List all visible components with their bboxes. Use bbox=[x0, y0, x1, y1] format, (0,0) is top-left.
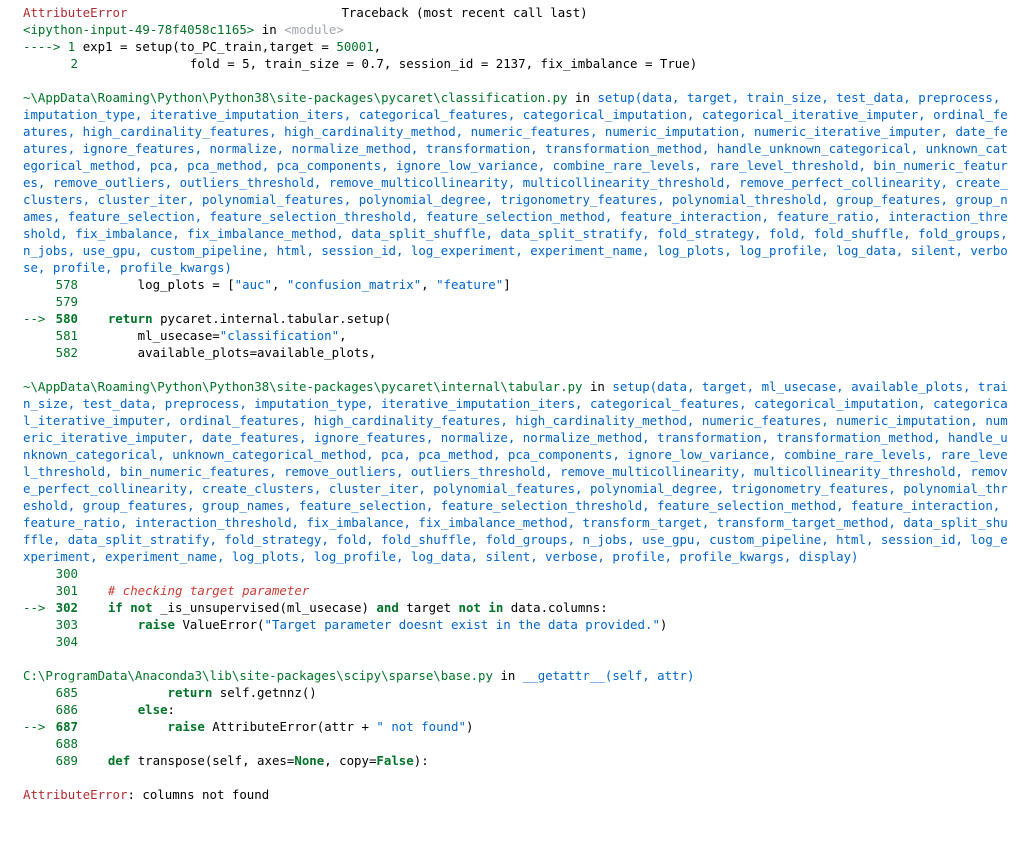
code-line-current: --> 580 return pycaret.internal.tabular.s… bbox=[23, 311, 392, 326]
frame-location: <ipython-input-49-78f4058c1165> in <modu… bbox=[23, 22, 344, 37]
traceback-label: Traceback (most recent call last) bbox=[341, 5, 588, 20]
current-line-arrow: --> bbox=[23, 600, 46, 615]
code-line: 2 fold = 5, train_size = 0.7, session_id… bbox=[70, 56, 698, 71]
error-type: AttributeError bbox=[23, 787, 128, 802]
code-line: 688 bbox=[55, 736, 78, 751]
code-line-current: --> 687 raise AttributeError(attr + " not… bbox=[23, 719, 474, 734]
current-line-arrow: ----> bbox=[23, 39, 61, 54]
frame-location: C:\ProgramData\Anaconda3\lib\site-packag… bbox=[23, 668, 695, 683]
frame-file: <ipython-input-49-78f4058c1165> bbox=[23, 22, 255, 37]
error-message: : columns not found bbox=[127, 787, 270, 802]
current-line-arrow: --> bbox=[23, 719, 46, 734]
code-line: 300 bbox=[55, 566, 78, 581]
frame-signature: (self, attr) bbox=[604, 668, 695, 683]
code-line: 301 # checking target parameter bbox=[55, 583, 310, 598]
code-line: 304 bbox=[55, 634, 78, 649]
code-line: 303 raise ValueError("Target parameter d… bbox=[55, 617, 668, 632]
frame-file: ~\AppData\Roaming\Python\Python38\site-p… bbox=[23, 90, 568, 105]
code-line-current: ----> 1 exp1 = setup(to_PC_train,target … bbox=[23, 39, 382, 54]
frame-signature: (data, target, ml_usecase, available_plo… bbox=[23, 379, 1008, 564]
frame-location: ~\AppData\Roaming\Python\Python38\site-p… bbox=[23, 90, 1008, 275]
code-line: 686 else: bbox=[55, 702, 175, 717]
current-line-arrow: --> bbox=[23, 311, 46, 326]
traceback-header: AttributeError Traceback (most recent cal… bbox=[23, 4, 1013, 21]
frame-function: setup bbox=[597, 90, 635, 105]
frame-scope: <module> bbox=[284, 22, 344, 37]
code-line: 581 ml_usecase="classification", bbox=[55, 328, 347, 343]
error-type: AttributeError bbox=[23, 5, 128, 20]
code-line: 578 log_plots = ["auc", "confusion_matri… bbox=[55, 277, 511, 292]
frame-file: ~\AppData\Roaming\Python\Python38\site-p… bbox=[23, 379, 583, 394]
code-comment: # checking target parameter bbox=[107, 583, 310, 598]
frame-function: __getattr__ bbox=[522, 668, 605, 683]
frame-signature: (data, target, train_size, test_data, pr… bbox=[23, 90, 1008, 275]
frame-function: setup bbox=[612, 379, 650, 394]
code-line: 689 def transpose(self, axes=None, copy=… bbox=[55, 753, 429, 768]
frame-location: ~\AppData\Roaming\Python\Python38\site-p… bbox=[23, 379, 1008, 564]
code-line: 579 bbox=[55, 294, 78, 309]
code-line: 582 available_plots=available_plots, bbox=[55, 345, 377, 360]
code-line-current: --> 302 if not _is_unsupervised(ml_usecas… bbox=[23, 600, 608, 615]
final-error-message: AttributeError: columns not found bbox=[23, 786, 1013, 803]
frame-file: C:\ProgramData\Anaconda3\lib\site-packag… bbox=[23, 668, 493, 683]
traceback-output: AttributeError Traceback (most recent cal… bbox=[23, 4, 1013, 803]
code-line: 685 return self.getnnz() bbox=[55, 685, 317, 700]
